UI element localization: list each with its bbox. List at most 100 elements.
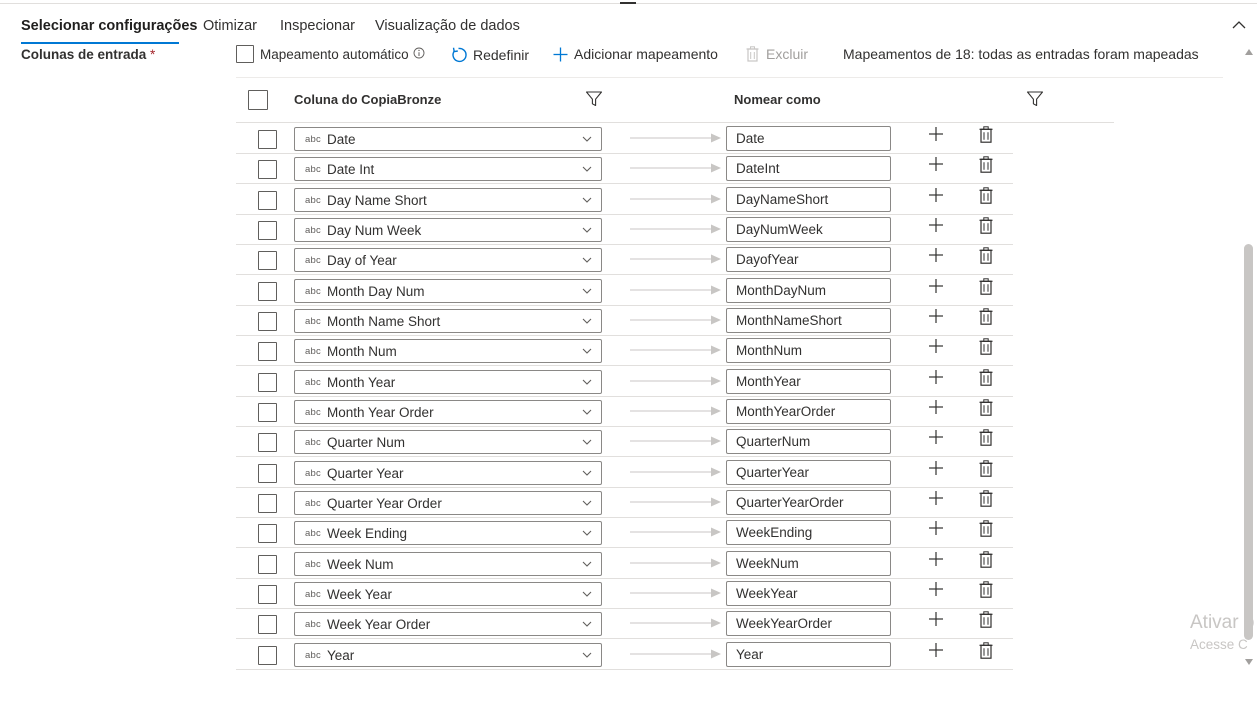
row-checkbox[interactable] <box>258 251 277 270</box>
plus-icon[interactable] <box>929 612 943 626</box>
plus-icon[interactable] <box>929 461 943 475</box>
row-checkbox[interactable] <box>258 464 277 483</box>
target-name-input[interactable]: MonthYear <box>726 369 891 394</box>
row-checkbox[interactable] <box>258 191 277 210</box>
plus-icon[interactable] <box>929 521 943 535</box>
plus-icon[interactable] <box>929 430 943 444</box>
trash-icon[interactable] <box>979 460 993 477</box>
source-column-dropdown[interactable]: abc Month Num <box>294 339 602 363</box>
plus-icon[interactable] <box>929 157 943 171</box>
source-column-dropdown[interactable]: abc Date <box>294 127 602 151</box>
plus-icon[interactable] <box>929 279 943 293</box>
trash-icon[interactable] <box>979 126 993 143</box>
source-column-dropdown[interactable]: abc Week Num <box>294 552 602 576</box>
delete-button[interactable]: Excluir <box>746 46 808 62</box>
source-column-dropdown[interactable]: abc Year <box>294 643 602 667</box>
target-name-input[interactable]: QuarterYear <box>726 460 891 485</box>
target-name-input[interactable]: Date <box>726 126 891 151</box>
source-column-dropdown[interactable]: abc Quarter Year <box>294 461 602 485</box>
row-checkbox[interactable] <box>258 160 277 179</box>
row-checkbox[interactable] <box>258 221 277 240</box>
plus-icon[interactable] <box>929 127 943 141</box>
chevron-up-icon[interactable] <box>1232 18 1246 32</box>
source-column-dropdown[interactable]: abc Month Name Short <box>294 309 602 333</box>
scrollbar-thumb[interactable] <box>1244 244 1253 640</box>
target-name-input[interactable]: DayofYear <box>726 247 891 272</box>
row-checkbox[interactable] <box>258 494 277 513</box>
filter-icon[interactable] <box>585 90 603 108</box>
row-checkbox[interactable] <box>258 373 277 392</box>
trash-icon[interactable] <box>979 520 993 537</box>
trash-icon[interactable] <box>979 490 993 507</box>
tab-data-preview[interactable]: Visualização de dados <box>375 18 520 34</box>
target-name-input[interactable]: MonthNameShort <box>726 308 891 333</box>
source-column-dropdown[interactable]: abc Day of Year <box>294 248 602 272</box>
row-checkbox[interactable] <box>258 615 277 634</box>
source-column-dropdown[interactable]: abc Month Year <box>294 370 602 394</box>
trash-icon[interactable] <box>979 156 993 173</box>
target-name-input[interactable]: QuarterYearOrder <box>726 490 891 515</box>
target-name-input[interactable]: DayNameShort <box>726 187 891 212</box>
target-name-input[interactable]: DayNumWeek <box>726 217 891 242</box>
plus-icon[interactable] <box>929 218 943 232</box>
source-column-dropdown[interactable]: abc Day Name Short <box>294 188 602 212</box>
target-name-input[interactable]: MonthYearOrder <box>726 399 891 424</box>
plus-icon[interactable] <box>929 491 943 505</box>
filter-icon[interactable] <box>1026 90 1044 108</box>
source-column-dropdown[interactable]: abc Day Num Week <box>294 218 602 242</box>
row-checkbox[interactable] <box>258 524 277 543</box>
source-column-dropdown[interactable]: abc Month Day Num <box>294 279 602 303</box>
plus-icon[interactable] <box>929 188 943 202</box>
trash-icon[interactable] <box>979 642 993 659</box>
info-icon[interactable] <box>413 47 425 59</box>
add-mapping-button[interactable]: Adicionar mapeamento <box>553 46 718 62</box>
target-name-input[interactable]: QuarterNum <box>726 429 891 454</box>
scroll-down-arrow[interactable] <box>1244 658 1254 666</box>
plus-icon[interactable] <box>929 643 943 657</box>
plus-icon[interactable] <box>929 309 943 323</box>
row-checkbox[interactable] <box>258 433 277 452</box>
trash-icon[interactable] <box>979 278 993 295</box>
trash-icon[interactable] <box>979 611 993 628</box>
trash-icon[interactable] <box>979 187 993 204</box>
trash-icon[interactable] <box>979 551 993 568</box>
trash-icon[interactable] <box>979 369 993 386</box>
row-checkbox[interactable] <box>258 312 277 331</box>
plus-icon[interactable] <box>929 582 943 596</box>
plus-icon[interactable] <box>929 400 943 414</box>
target-name-input[interactable]: MonthDayNum <box>726 278 891 303</box>
source-column-dropdown[interactable]: abc Date Int <box>294 157 602 181</box>
auto-mapping-checkbox[interactable] <box>236 45 254 63</box>
target-name-input[interactable]: WeekYearOrder <box>726 611 891 636</box>
target-name-input[interactable]: WeekNum <box>726 551 891 576</box>
panel-resize-handle[interactable] <box>620 2 636 4</box>
source-column-dropdown[interactable]: abc Month Year Order <box>294 400 602 424</box>
target-name-input[interactable]: WeekEnding <box>726 520 891 545</box>
row-checkbox[interactable] <box>258 646 277 665</box>
source-column-dropdown[interactable]: abc Quarter Year Order <box>294 491 602 515</box>
trash-icon[interactable] <box>979 581 993 598</box>
plus-icon[interactable] <box>929 339 943 353</box>
row-checkbox[interactable] <box>258 342 277 361</box>
target-name-input[interactable]: Year <box>726 642 891 667</box>
trash-icon[interactable] <box>979 217 993 234</box>
trash-icon[interactable] <box>979 429 993 446</box>
plus-icon[interactable] <box>929 370 943 384</box>
trash-icon[interactable] <box>979 247 993 264</box>
target-name-input[interactable]: DateInt <box>726 156 891 181</box>
row-checkbox[interactable] <box>258 130 277 149</box>
tab-optimize[interactable]: Otimizar <box>203 18 257 34</box>
tab-select-settings[interactable]: Selecionar configurações <box>21 18 197 34</box>
source-column-dropdown[interactable]: abc Week Ending <box>294 521 602 545</box>
trash-icon[interactable] <box>979 308 993 325</box>
plus-icon[interactable] <box>929 552 943 566</box>
reset-button[interactable]: Redefinir <box>450 46 529 64</box>
row-checkbox[interactable] <box>258 403 277 422</box>
row-checkbox[interactable] <box>258 585 277 604</box>
row-checkbox[interactable] <box>258 555 277 574</box>
select-all-checkbox[interactable] <box>248 90 268 110</box>
tab-inspect[interactable]: Inspecionar <box>280 18 355 34</box>
source-column-dropdown[interactable]: abc Week Year Order <box>294 612 602 636</box>
plus-icon[interactable] <box>929 248 943 262</box>
target-name-input[interactable]: MonthNum <box>726 338 891 363</box>
